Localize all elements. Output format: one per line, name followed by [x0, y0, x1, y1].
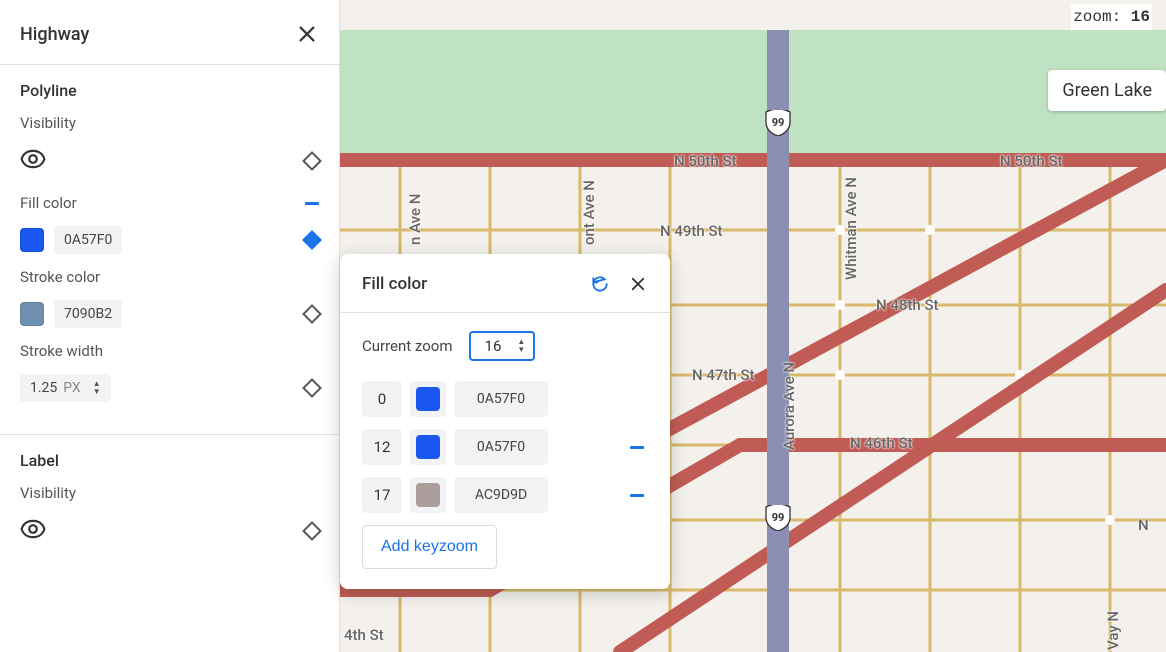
keyzoom-list: 0 0A57F0 12 0A57F0 17 AC9D9D	[362, 381, 648, 513]
street-label: Vay N	[1104, 611, 1122, 650]
keyzoom-hex[interactable]: AC9D9D	[454, 477, 548, 513]
keyzoom-swatch[interactable]	[410, 429, 446, 465]
fill-color-popover: Fill color Current zoom 16 ▲▼ 0 0A57F	[340, 254, 670, 589]
keyzoom-hex[interactable]: 0A57F0	[454, 429, 548, 465]
sidebar: Highway Polyline Visibility	[0, 0, 340, 652]
keyzoom-zoom[interactable]: 17	[362, 477, 402, 513]
fill-color-row: Fill color 0A57F0	[20, 190, 319, 258]
keyframe-diamond-icon[interactable]	[302, 151, 322, 171]
stroke-color-swatch[interactable]	[20, 302, 44, 326]
close-icon[interactable]	[295, 22, 319, 46]
street-label: Whitman Ave N	[842, 177, 860, 280]
stepper-icon[interactable]: ▲▼	[93, 380, 101, 396]
street-label: N 50th St	[674, 152, 737, 170]
collapse-icon[interactable]	[305, 202, 319, 205]
street-label: 4th St	[344, 626, 384, 644]
stepper-icon[interactable]: ▲▼	[517, 338, 525, 354]
label-visibility-label: Visibility	[20, 484, 319, 502]
popover-header: Fill color	[340, 254, 670, 313]
fill-color-swatch[interactable]	[20, 228, 44, 252]
svg-text:99: 99	[772, 511, 785, 524]
route-shield-icon: 99	[764, 505, 792, 531]
current-zoom-label: Current zoom	[362, 337, 453, 355]
keyzoom-zoom[interactable]: 0	[362, 381, 402, 417]
keyframe-diamond-icon[interactable]	[302, 378, 322, 398]
fill-color-label: Fill color	[20, 194, 77, 212]
popover-title: Fill color	[362, 274, 427, 294]
sidebar-title: Highway	[20, 24, 89, 45]
add-keyzoom-button[interactable]: Add keyzoom	[362, 525, 497, 569]
street-label: N 50th St	[1000, 152, 1063, 170]
street-label: Aurora Ave N	[780, 362, 798, 450]
eye-icon[interactable]	[20, 516, 46, 546]
keyzoom-swatch[interactable]	[410, 477, 446, 513]
current-zoom-row: Current zoom 16 ▲▼	[362, 331, 648, 361]
polyline-section-title: Polyline	[20, 81, 319, 100]
sidebar-header: Highway	[0, 0, 339, 65]
keyframe-diamond-icon[interactable]	[302, 230, 322, 250]
keyzoom-zoom[interactable]: 12	[362, 429, 402, 465]
keyframe-diamond-icon[interactable]	[302, 521, 322, 541]
stroke-width-label: Stroke width	[20, 342, 319, 360]
current-zoom-input[interactable]: 16 ▲▼	[469, 331, 536, 361]
zoom-indicator: zoom: 16	[1071, 4, 1152, 30]
svg-text:99: 99	[772, 116, 785, 129]
label-section: Label Visibility	[0, 435, 339, 568]
polyline-section: Polyline Visibility Fill color	[0, 65, 339, 424]
route-shield-icon: 99	[764, 110, 792, 136]
fill-color-value[interactable]: 0A57F0	[54, 226, 122, 254]
street-label: N 49th St	[660, 222, 723, 240]
street-label: ont Ave N	[580, 180, 598, 245]
street-label: N 48th St	[876, 296, 939, 314]
street-label: n Ave N	[406, 194, 424, 245]
keyzoom-row: 12 0A57F0	[362, 429, 648, 465]
remove-keyzoom-icon[interactable]	[630, 446, 644, 449]
close-icon[interactable]	[626, 272, 650, 296]
keyzoom-swatch[interactable]	[410, 381, 446, 417]
visibility-row: Visibility	[20, 114, 319, 180]
stroke-color-label: Stroke color	[20, 268, 319, 286]
street-label: N 47th St	[692, 366, 755, 384]
keyzoom-hex[interactable]: 0A57F0	[454, 381, 548, 417]
street-label: N	[1138, 516, 1149, 534]
keyframe-diamond-icon[interactable]	[302, 304, 322, 324]
map-place-label: Green Lake	[1048, 70, 1166, 111]
street-label: N 46th St	[850, 434, 913, 452]
keyzoom-row: 17 AC9D9D	[362, 477, 648, 513]
reset-icon[interactable]	[588, 272, 612, 296]
stroke-color-row: Stroke color 7090B2	[20, 268, 319, 332]
stroke-color-value[interactable]: 7090B2	[54, 300, 122, 328]
eye-icon[interactable]	[20, 146, 46, 176]
visibility-label: Visibility	[20, 114, 319, 132]
label-visibility-row: Visibility	[20, 484, 319, 550]
remove-keyzoom-icon[interactable]	[630, 494, 644, 497]
keyzoom-row: 0 0A57F0	[362, 381, 648, 417]
stroke-width-row: Stroke width 1.25 PX ▲▼	[20, 342, 319, 406]
stroke-width-value[interactable]: 1.25 PX ▲▼	[20, 374, 111, 402]
label-section-title: Label	[20, 451, 319, 470]
